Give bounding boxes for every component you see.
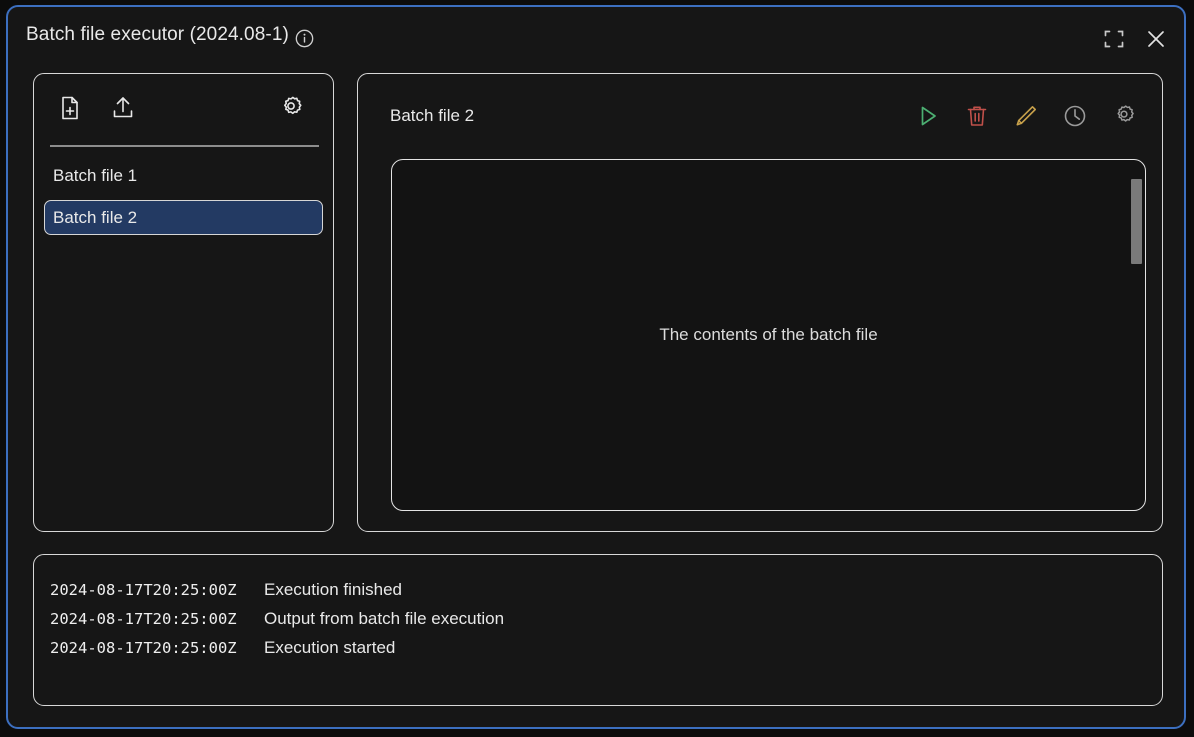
page-title: Batch file executor (2024.08-1) xyxy=(26,24,289,46)
log-timestamp: 2024-08-17T20:25:00Z xyxy=(50,610,264,628)
editor-action-bar xyxy=(914,102,1138,130)
editor-placeholder-text: The contents of the batch file xyxy=(392,325,1145,345)
file-item-label: Batch file 1 xyxy=(53,166,137,186)
log-row: 2024-08-17T20:25:00Z Output from batch f… xyxy=(50,609,1150,638)
file-toolbar xyxy=(34,74,333,142)
app-window: Batch file executor (2024.08-1) xyxy=(6,5,1186,729)
list-item[interactable]: Batch file 2 xyxy=(44,200,323,235)
toolbar-divider xyxy=(50,145,319,147)
file-plus-icon[interactable] xyxy=(54,92,86,124)
window-controls xyxy=(1102,27,1168,51)
close-icon[interactable] xyxy=(1144,27,1168,51)
file-item-label: Batch file 2 xyxy=(53,208,137,228)
title-bar: Batch file executor (2024.08-1) xyxy=(8,7,1184,63)
file-list: Batch file 1 Batch file 2 xyxy=(34,158,333,242)
editor-panel: Batch file 2 xyxy=(357,73,1163,532)
log-timestamp: 2024-08-17T20:25:00Z xyxy=(50,639,264,657)
execution-log-panel: 2024-08-17T20:25:00Z Execution finished … xyxy=(33,554,1163,706)
log-timestamp: 2024-08-17T20:25:00Z xyxy=(50,581,264,599)
gear-icon[interactable] xyxy=(1110,102,1138,130)
pencil-icon[interactable] xyxy=(1012,102,1040,130)
editor-title: Batch file 2 xyxy=(390,106,474,126)
trash-icon[interactable] xyxy=(963,102,991,130)
log-message: Execution finished xyxy=(264,580,402,600)
editor-scrollbar[interactable] xyxy=(1131,163,1142,509)
log-list: 2024-08-17T20:25:00Z Execution finished … xyxy=(50,580,1150,667)
file-list-panel: Batch file 1 Batch file 2 xyxy=(33,73,334,532)
editor-header: Batch file 2 xyxy=(358,74,1162,146)
log-row: 2024-08-17T20:25:00Z Execution finished xyxy=(50,580,1150,609)
gear-icon[interactable] xyxy=(275,92,307,124)
info-circle-icon[interactable] xyxy=(295,29,314,48)
list-item[interactable]: Batch file 1 xyxy=(44,158,323,193)
clock-icon[interactable] xyxy=(1061,102,1089,130)
upload-icon[interactable] xyxy=(107,92,139,124)
fullscreen-icon[interactable] xyxy=(1102,27,1126,51)
log-message: Execution started xyxy=(264,638,395,658)
play-icon[interactable] xyxy=(914,102,942,130)
batch-file-content-area[interactable]: The contents of the batch file xyxy=(391,159,1146,511)
log-row: 2024-08-17T20:25:00Z Execution started xyxy=(50,638,1150,667)
log-message: Output from batch file execution xyxy=(264,609,504,629)
scrollbar-thumb[interactable] xyxy=(1131,179,1142,264)
